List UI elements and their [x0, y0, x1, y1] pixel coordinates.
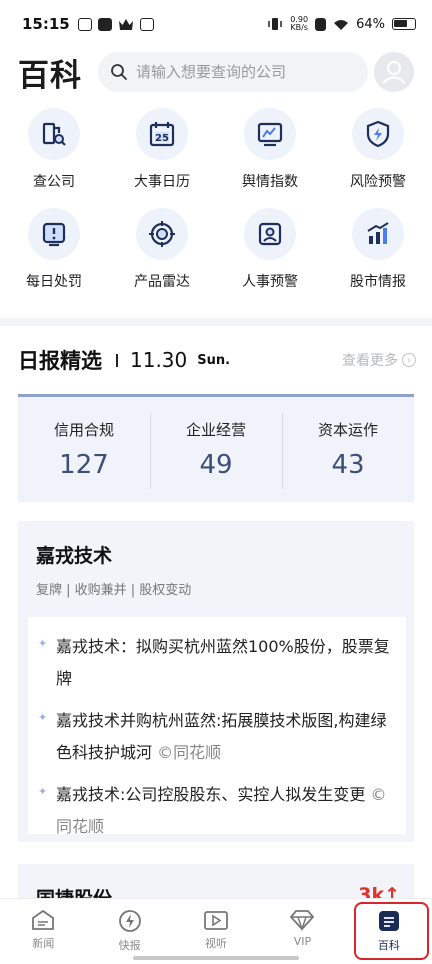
feature-label: 舆情指数: [242, 174, 298, 190]
sparkle-icon: ✦: [38, 637, 48, 650]
stat-business-operation[interactable]: 企业经营 49: [150, 397, 282, 502]
nav-label: 快报: [118, 939, 141, 952]
feature-label: 人事预警: [242, 274, 298, 290]
nav-news[interactable]: 新闻: [0, 899, 86, 964]
news-text: 嘉戎技术并购杭州蓝然:拓展膜技术版图,构建绿色科技护城河: [56, 711, 387, 762]
search-icon: [111, 64, 127, 80]
company-news-card[interactable]: 嘉戎技术 复牌 | 收购兼并 | 股权变动 ✦ 嘉戎技术：拟购买杭州蓝然100%…: [18, 521, 414, 842]
feature-grid: 查公司 25 大事日历 舆情指数 风险预警 每日处罚 产品雷达 人事预警 股市情…: [0, 108, 432, 296]
feature-stock-intel[interactable]: 股市情报: [324, 208, 432, 296]
news-item[interactable]: ✦ 嘉戎技术并购杭州蓝然:拓展膜技术版图,构建绿色科技护城河 ©同花顺: [38, 705, 394, 769]
daily-date: 11.30: [130, 348, 188, 372]
feature-label: 股市情报: [350, 274, 406, 290]
status-time: 15:15: [22, 15, 70, 33]
card-tags: 复牌 | 收购兼并 | 股权变动: [36, 583, 192, 598]
stat-name: 信用合规: [53, 421, 114, 439]
news-list: ✦ 嘉戎技术：拟购买杭州蓝然100%股份，股票复牌 ✦ 嘉戎技术并购杭州蓝然:拓…: [28, 617, 406, 836]
user-avatar[interactable]: [374, 52, 414, 92]
sentiment-chart-icon: [244, 108, 296, 160]
battery-percent: 64%: [356, 16, 385, 32]
message-notification-icon: [77, 17, 92, 31]
selection-highlight-box: [354, 902, 429, 960]
home-indicator[interactable]: [133, 956, 299, 960]
stock-chart-icon: [352, 208, 404, 260]
section-divider: [0, 318, 432, 326]
network-speed: 0.90 KB/s: [290, 15, 309, 32]
view-more-link[interactable]: 查看更多 ›: [342, 350, 416, 370]
sim-icon: [315, 17, 327, 31]
feature-risk-alert[interactable]: 风险预警: [324, 108, 432, 196]
stat-value: 49: [199, 450, 233, 480]
calendar-icon: 25: [136, 108, 188, 160]
shield-bolt-icon: [352, 108, 404, 160]
daily-weekday: Sun.: [197, 352, 231, 368]
nav-vip[interactable]: VIP: [259, 899, 345, 964]
news-icon: [32, 909, 55, 930]
wifi-icon: [334, 19, 349, 30]
penalty-icon: [28, 208, 80, 260]
feature-personnel-alert[interactable]: 人事预警: [216, 208, 324, 296]
app-notification-icon: [139, 17, 154, 31]
nav-label: VIP: [293, 935, 312, 948]
video-icon: [204, 911, 228, 930]
feature-label: 风险预警: [350, 174, 406, 190]
feature-label: 大事日历: [134, 174, 190, 190]
news-text: 嘉戎技术:公司控股股东、实控人拟发生变更: [56, 785, 366, 804]
crown-notification-icon: [118, 18, 133, 30]
feature-company-search[interactable]: 查公司: [0, 108, 108, 196]
personnel-icon: [244, 208, 296, 260]
battery-icon: [392, 18, 416, 30]
title-separator: [116, 353, 118, 367]
feature-calendar[interactable]: 25 大事日历: [108, 108, 216, 196]
feature-sentiment-index[interactable]: 舆情指数: [216, 108, 324, 196]
feature-label: 产品雷达: [134, 274, 190, 290]
stat-credit-compliance[interactable]: 信用合规 127: [18, 397, 150, 502]
feature-product-radar[interactable]: 产品雷达: [108, 208, 216, 296]
feature-label: 查公司: [33, 174, 75, 190]
news-source: ©同花顺: [157, 743, 222, 762]
card-title: 嘉戎技术: [36, 541, 113, 570]
company-search-icon: [28, 108, 80, 160]
play-notification-icon: [97, 17, 112, 31]
news-text: 嘉戎技术：拟购买杭州蓝然100%股份，股票复牌: [56, 637, 390, 688]
vibrate-icon: [268, 18, 283, 30]
search-bar[interactable]: [98, 52, 368, 92]
chevron-right-icon: ›: [402, 353, 416, 367]
notification-icons: [77, 17, 154, 31]
feature-daily-penalty[interactable]: 每日处罚: [0, 208, 108, 296]
user-icon: [382, 61, 406, 84]
sparkle-icon: ✦: [38, 785, 48, 798]
nav-label: 视听: [205, 937, 228, 950]
flash-icon: [118, 910, 141, 932]
sparkle-icon: ✦: [38, 711, 48, 724]
daily-header: 日报精选 11.30 Sun. 查看更多 ›: [18, 340, 416, 380]
stat-capital-operation[interactable]: 资本运作 43: [282, 397, 414, 502]
feature-label: 每日处罚: [26, 274, 82, 290]
nav-video[interactable]: 视听: [173, 899, 259, 964]
stat-value: 43: [331, 450, 365, 480]
search-input[interactable]: [136, 63, 356, 81]
nav-label: 新闻: [32, 937, 55, 950]
news-item[interactable]: ✦ 嘉戎技术：拟购买杭州蓝然100%股份，股票复牌: [38, 631, 394, 695]
vip-diamond-icon: [290, 910, 315, 931]
news-item[interactable]: ✦ 嘉戎技术:公司控股股东、实控人拟发生变更 ©同花顺: [38, 779, 394, 843]
brand-title: 百科: [18, 57, 82, 94]
view-more-label: 查看更多: [342, 353, 398, 369]
status-bar: 15:15 0.90 KB/s 64%: [0, 0, 432, 48]
stat-name: 企业经营: [185, 421, 246, 439]
daily-stats: 信用合规 127 企业经营 49 资本运作 43: [18, 394, 414, 502]
daily-title: 日报精选: [18, 349, 102, 373]
svg-text:25: 25: [155, 133, 169, 144]
stat-name: 资本运作: [317, 421, 378, 439]
stat-value: 127: [59, 450, 109, 480]
radar-icon: [136, 208, 188, 260]
nav-flash[interactable]: 快报: [86, 899, 172, 964]
header: 百科: [0, 48, 432, 96]
